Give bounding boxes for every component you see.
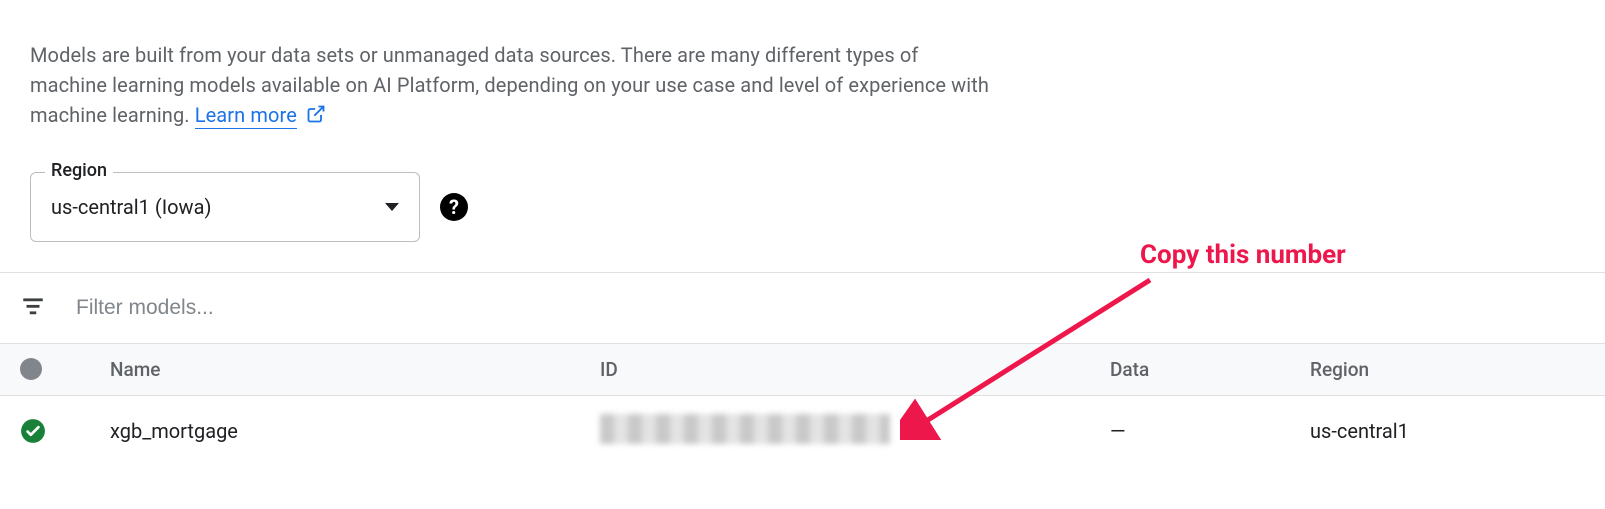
- region-select[interactable]: Region us-central1 (Iowa): [30, 172, 420, 242]
- header-id[interactable]: ID: [600, 358, 1110, 381]
- header-data[interactable]: Data: [1110, 358, 1310, 381]
- external-link-icon: [306, 102, 326, 132]
- status-header-icon: [20, 358, 42, 380]
- table-header: Name ID Data Region: [0, 344, 1605, 396]
- filter-input[interactable]: [76, 296, 1585, 320]
- region-value: us-central1 (Iowa): [51, 195, 385, 219]
- redacted-id: [600, 414, 890, 444]
- filter-bar: [0, 272, 1605, 344]
- cell-data: —: [1110, 419, 1310, 443]
- cell-region: us-central1: [1310, 419, 1585, 443]
- description-body: Models are built from your data sets or …: [30, 43, 989, 127]
- header-name[interactable]: Name: [80, 358, 600, 381]
- header-region[interactable]: Region: [1310, 358, 1585, 381]
- status-success-icon: [20, 418, 46, 444]
- region-label: Region: [45, 160, 113, 181]
- cell-id: [600, 414, 1110, 449]
- learn-more-link[interactable]: Learn more: [195, 103, 297, 129]
- chevron-down-icon: [385, 203, 399, 211]
- table-row[interactable]: xgb_mortgage — us-central1: [0, 396, 1605, 467]
- annotation-label: Copy this number: [1140, 240, 1346, 270]
- help-icon[interactable]: ?: [440, 193, 468, 221]
- cell-name[interactable]: xgb_mortgage: [80, 419, 600, 443]
- description-text: Models are built from your data sets or …: [30, 40, 990, 132]
- filter-icon[interactable]: [20, 293, 46, 323]
